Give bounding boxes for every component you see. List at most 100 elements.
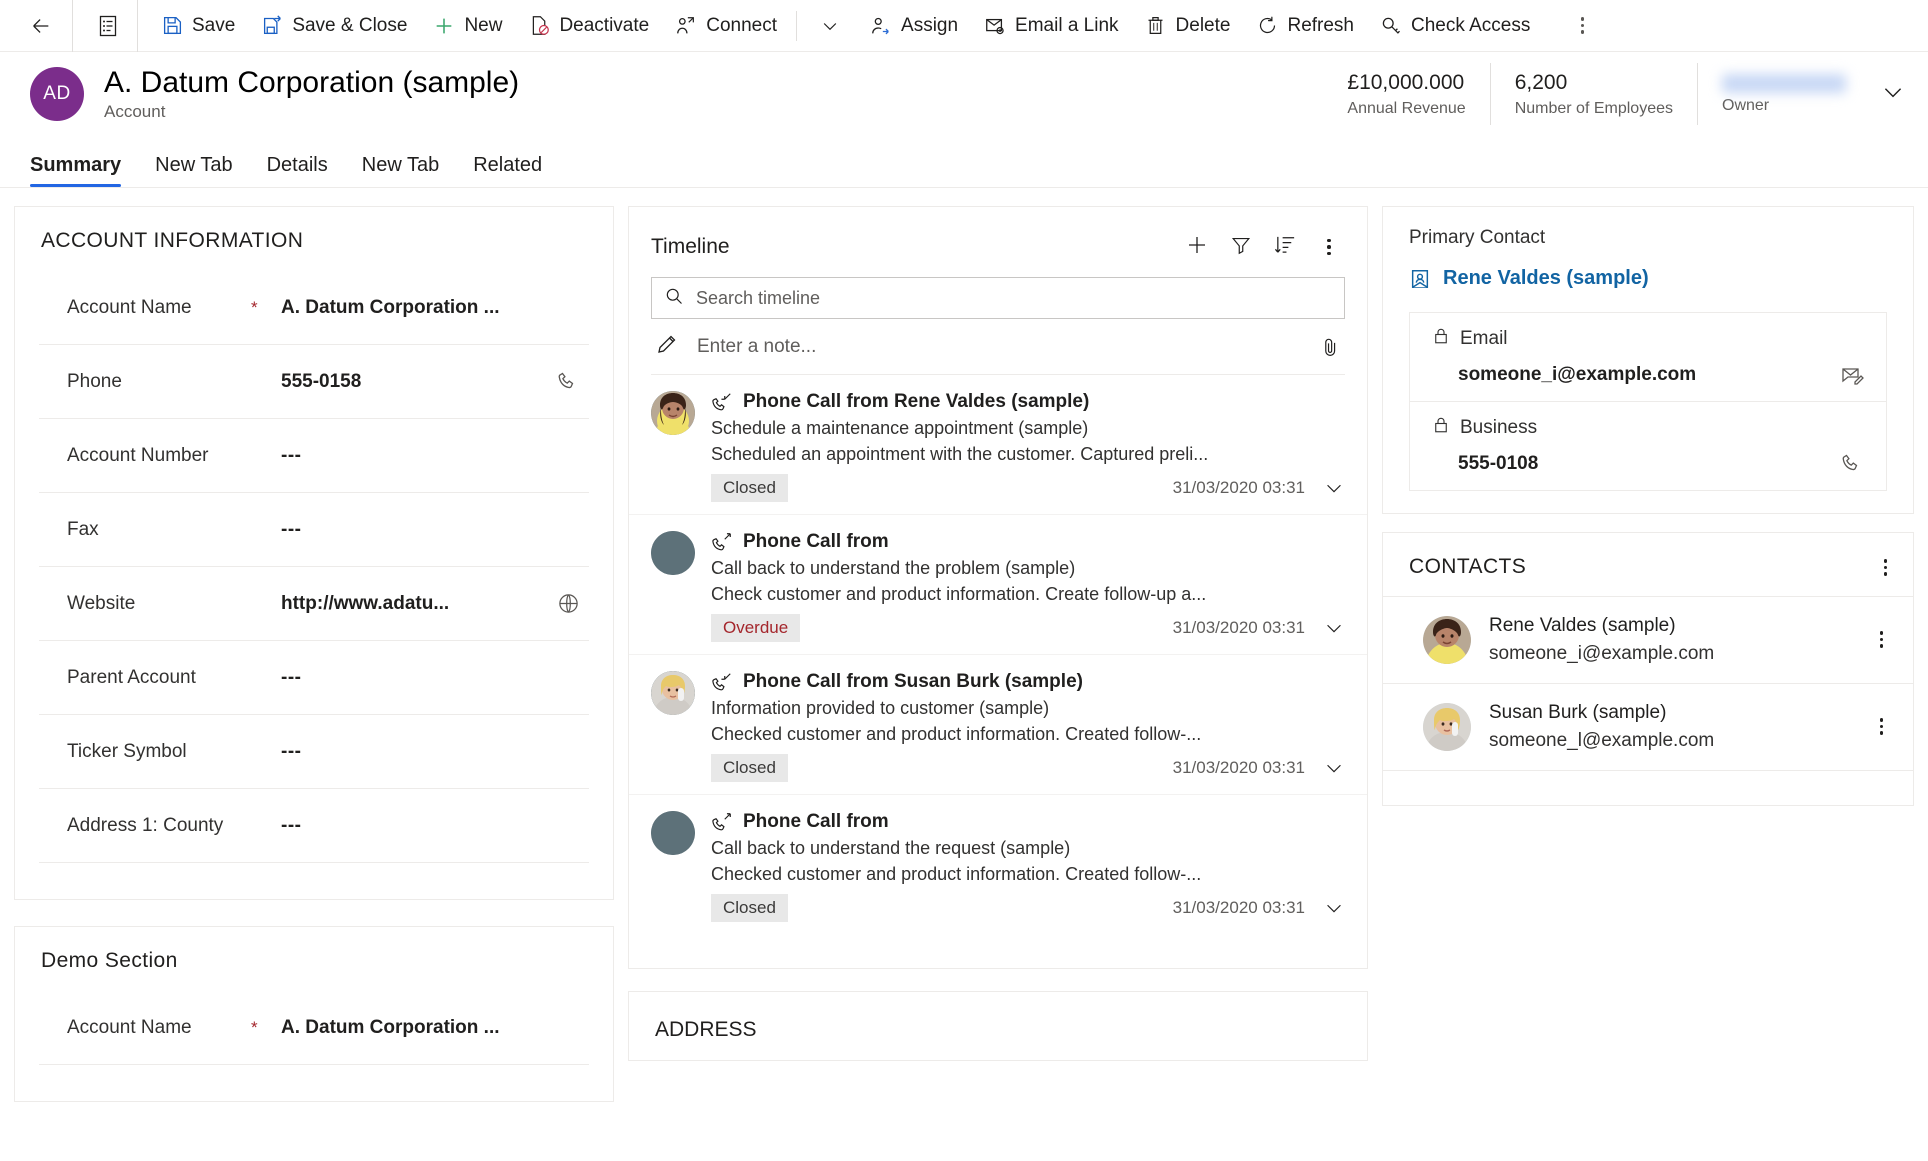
timeline-add-button[interactable] [1177, 227, 1217, 267]
list-item[interactable]: Rene Valdes (sample) someone_i@example.c… [1383, 597, 1913, 684]
timeline-item-title: Phone Call from [743, 531, 889, 552]
timeline-filter-button[interactable] [1221, 227, 1261, 267]
primary-contact-business-value: 555-0108 [1458, 453, 1539, 474]
timeline-item-expand-button[interactable] [1323, 897, 1345, 919]
timeline-item-expand-button[interactable] [1323, 757, 1345, 779]
timeline-item-header: Phone Call from Rene Valdes (sample) [711, 391, 1345, 413]
contact-more-button[interactable] [1870, 712, 1894, 741]
field-account-number[interactable]: Account Number --- [39, 419, 589, 493]
field-website[interactable]: Website http://www.adatu... [39, 567, 589, 641]
header-expand-button[interactable] [1870, 79, 1916, 110]
tab-new-tab-2[interactable]: New Tab [362, 154, 439, 187]
contacts-more-button[interactable] [1878, 553, 1894, 582]
globe-icon[interactable] [547, 592, 589, 615]
check-access-label: Check Access [1411, 14, 1531, 36]
timeline-item[interactable]: Phone Call from Call back to understand … [629, 515, 1367, 655]
attach-icon[interactable] [1319, 336, 1341, 358]
timeline-item[interactable]: Phone Call from Rene Valdes (sample) Sch… [629, 375, 1367, 515]
primary-contact-email-row[interactable]: Email someone_i@example.com [1410, 313, 1886, 402]
required-indicator: * [251, 1017, 258, 1037]
primary-contact-business-row[interactable]: Business 555-0108 [1410, 402, 1886, 490]
phone-icon[interactable] [547, 370, 589, 394]
field-parent-account[interactable]: Parent Account --- [39, 641, 589, 715]
number-of-employees-label: Number of Employees [1514, 100, 1673, 118]
timeline-item-body: Phone Call from Call back to understand … [711, 531, 1345, 642]
phone-outgoing-icon [711, 811, 733, 833]
timeline-item[interactable]: Phone Call from Susan Burk (sample) Info… [629, 655, 1367, 795]
timeline-search-box[interactable] [651, 277, 1345, 319]
tab-new-tab-1[interactable]: New Tab [155, 154, 232, 187]
check-access-button[interactable]: Check Access [1367, 0, 1543, 52]
refresh-button[interactable]: Refresh [1243, 0, 1367, 52]
save-and-close-button[interactable]: Save & Close [248, 0, 420, 52]
field-value: http://www.adatu... [281, 592, 450, 614]
phone-icon[interactable] [1840, 452, 1864, 476]
save-label: Save [192, 14, 236, 36]
connect-dropdown-button[interactable] [803, 0, 857, 52]
search-icon [664, 286, 684, 311]
field-value: --- [281, 740, 302, 762]
primary-contact-business-value-row: 555-0108 [1432, 452, 1864, 482]
left-column: ACCOUNT INFORMATION Account Name * A. Da… [14, 206, 614, 1161]
toolbar-divider-1 [72, 0, 73, 52]
status-badge: Closed [711, 474, 788, 502]
timeline-item-header: Phone Call from [711, 531, 1345, 553]
search-input[interactable] [696, 287, 1332, 309]
field-value: A. Datum Corporation ... [281, 296, 500, 318]
deactivate-button[interactable]: Deactivate [515, 0, 662, 52]
primary-contact-details: Email someone_i@example.com Business 555… [1409, 312, 1887, 491]
timeline-sort-button[interactable] [1265, 227, 1305, 267]
timeline-item-subject: Call back to understand the problem (sam… [711, 558, 1076, 578]
timeline-more-button[interactable] [1309, 227, 1349, 267]
demo-field-account-name[interactable]: Account Name * A. Datum Corporation ... [39, 991, 589, 1065]
assign-button[interactable]: Assign [857, 0, 971, 52]
back-button[interactable] [14, 0, 68, 52]
tab-summary[interactable]: Summary [30, 154, 122, 187]
save-close-icon [261, 15, 283, 37]
field-value: --- [281, 518, 302, 540]
timeline-item-expand-button[interactable] [1323, 477, 1345, 499]
email-link-icon [984, 15, 1006, 37]
list-item[interactable]: Susan Burk (sample) someone_l@example.co… [1383, 684, 1913, 771]
timeline-bottom-padding [629, 934, 1367, 968]
field-ticker-symbol[interactable]: Ticker Symbol --- [39, 715, 589, 789]
field-account-name[interactable]: Account Name * A. Datum Corporation ... [39, 271, 589, 345]
timeline-note-box[interactable] [651, 319, 1345, 375]
primary-contact-business-label: Business [1460, 417, 1538, 438]
email-icon[interactable] [1840, 363, 1864, 387]
contact-more-button[interactable] [1870, 625, 1894, 654]
pencil-icon [655, 332, 679, 361]
form-selector-button[interactable] [83, 0, 133, 52]
connect-button[interactable]: Connect [662, 0, 790, 52]
tab-related[interactable]: Related [473, 154, 542, 187]
form-tabs: Summary New Tab Details New Tab Related [0, 136, 1928, 188]
timeline-item[interactable]: Phone Call from Call back to understand … [629, 795, 1367, 934]
timeline-item-expand-button[interactable] [1323, 617, 1345, 639]
new-button[interactable]: New [420, 0, 515, 52]
command-bar-overflow-button[interactable] [1565, 0, 1599, 52]
timeline-title: Timeline [651, 235, 730, 258]
delete-button[interactable]: Delete [1132, 0, 1244, 52]
field-label: Ticker Symbol [67, 740, 187, 762]
field-phone[interactable]: Phone 555-0158 [39, 345, 589, 419]
connect-icon [675, 15, 697, 37]
note-input[interactable] [697, 335, 1301, 358]
contact-text: Susan Burk (sample) someone_l@example.co… [1489, 702, 1852, 752]
field-fax[interactable]: Fax --- [39, 493, 589, 567]
status-badge: Overdue [711, 614, 801, 642]
avatar [651, 391, 695, 435]
timeline-item-description: Check customer and product information. … [711, 584, 1207, 604]
tab-details[interactable]: Details [267, 154, 328, 187]
stat-owner[interactable]: Owner [1697, 63, 1870, 125]
contact-text: Rene Valdes (sample) someone_i@example.c… [1489, 615, 1852, 665]
primary-contact-link[interactable]: Rene Valdes (sample) [1409, 267, 1887, 290]
annual-revenue-label: Annual Revenue [1347, 100, 1466, 118]
assign-label: Assign [901, 14, 959, 36]
stat-annual-revenue[interactable]: £10,000.000 Annual Revenue [1323, 63, 1489, 125]
stat-number-of-employees[interactable]: 6,200 Number of Employees [1489, 63, 1697, 125]
field-address-1-county[interactable]: Address 1: County --- [39, 789, 589, 863]
email-a-link-button[interactable]: Email a Link [971, 0, 1132, 52]
save-button[interactable]: Save [148, 0, 248, 52]
new-label: New [464, 14, 503, 36]
number-of-employees-value: 6,200 [1514, 70, 1568, 94]
